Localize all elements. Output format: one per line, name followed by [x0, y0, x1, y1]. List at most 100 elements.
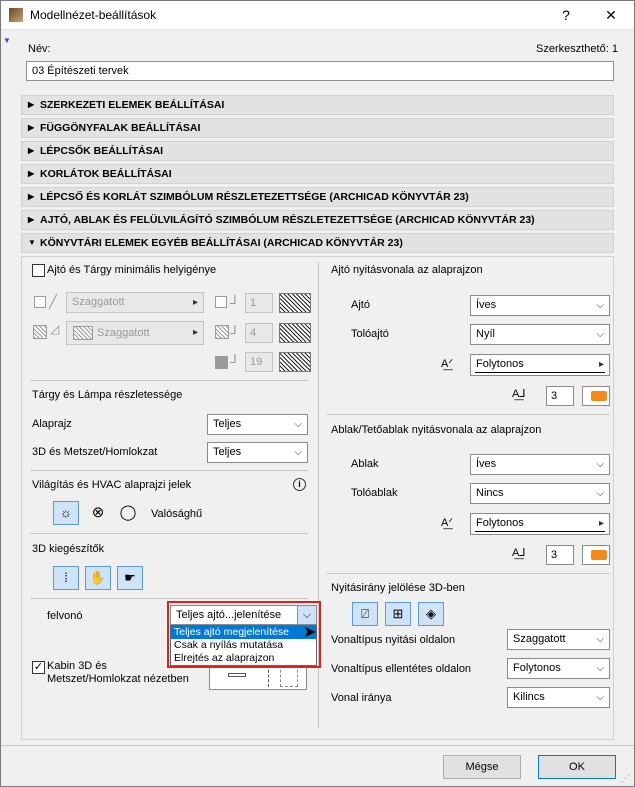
- accessory-grid-icon[interactable]: ⁞: [53, 566, 79, 590]
- door-swing-dropdown[interactable]: Íves ⌵: [470, 295, 610, 316]
- close-button[interactable]: ✕: [598, 4, 624, 26]
- help-button[interactable]: ?: [553, 4, 579, 26]
- divider: [327, 414, 610, 415]
- resize-grip-icon[interactable]: ⋰: [621, 773, 630, 784]
- accessories-title: 3D kiegészítők: [32, 543, 105, 555]
- window-3d-icon[interactable]: ⊞: [385, 602, 411, 626]
- door-label: Ajtó: [351, 299, 370, 311]
- detail-title: Tárgy és Lámpa részletessége: [32, 389, 183, 401]
- opp-side-dropdown[interactable]: Folytonos ⌵: [507, 658, 610, 679]
- opp-side-label: Vonaltípus ellentétes oldalon: [331, 663, 472, 675]
- square-icon: [34, 296, 46, 308]
- section-stair-symbol[interactable]: ▶ LÉPCSŐ ÉS KORLÁT SZIMBÓLUM RÉSZLETEZETT…: [21, 187, 614, 207]
- divider: [30, 533, 308, 534]
- cabin-preview-line: [268, 665, 269, 687]
- name-input[interactable]: 03 Építészeti tervek: [26, 61, 614, 81]
- section-door-window-symbol[interactable]: ▶ AJTÓ, ABLAK ÉS FELÜLVILÁGÍTÓ SZIMBÓLUM …: [21, 210, 614, 230]
- window-swing-dropdown[interactable]: Íves ⌵: [470, 454, 610, 475]
- section-library-other[interactable]: ▼ KÖNYVTÁRI ELEMEK EGYÉB BEÁLLÍTÁSAI (ARC…: [21, 233, 614, 253]
- cancel-button[interactable]: Mégse: [443, 755, 521, 779]
- chevron-down-icon: ⌵: [596, 329, 604, 340]
- realistic-lamp-icon[interactable]: ◯: [117, 502, 139, 524]
- divider: [30, 470, 308, 471]
- min-space-label: Ajtó és Tárgy minimális helyigénye: [47, 264, 217, 276]
- row1-linetype-dropdown[interactable]: Szaggatott ▸: [66, 292, 204, 313]
- divider: [30, 598, 308, 599]
- section-stairs[interactable]: ▶ LÉPCSŐK BEÁLLÍTÁSAI: [21, 141, 614, 161]
- chevron-down-icon: ⌵: [294, 419, 302, 430]
- divider: [327, 573, 610, 574]
- linetype-preview: [475, 531, 605, 532]
- fill-icon: [215, 325, 229, 339]
- window-title: Modellnézet-beállítások: [30, 8, 157, 22]
- fill-icon: [33, 325, 47, 339]
- lamp-symbol-icon[interactable]: ☼: [53, 501, 79, 525]
- sliding-door-label: Tolóajtó: [351, 328, 389, 340]
- collapse-arrow-icon: ▼: [28, 238, 36, 247]
- skylight-3d-icon[interactable]: ◈: [418, 602, 444, 626]
- sliding-window-dropdown[interactable]: Nincs ⌵: [470, 483, 610, 504]
- row1-pen-input[interactable]: 1: [245, 293, 273, 313]
- floorplan-label: Alaprajz: [32, 418, 72, 430]
- name-label: Név:: [28, 43, 51, 55]
- elevator-dropdown[interactable]: Teljes ajtó...jelenítése ⌵: [170, 605, 317, 625]
- option-hide[interactable]: Elrejtés az alaprajzon: [171, 652, 316, 665]
- footer-divider: [0, 745, 635, 746]
- dir3d-title: Nyitásirány jelölése 3D-ben: [331, 582, 465, 594]
- archicad-app-icon: [9, 8, 23, 22]
- linetype-pen-icon: A͟⅃: [512, 547, 526, 559]
- cabin-label-line2: Metszet/Homlokzat nézetben: [47, 673, 189, 685]
- expand-arrow-icon: ▶: [28, 100, 35, 109]
- crossed-circle-icon[interactable]: ⊗: [87, 502, 109, 524]
- section-curtain-wall[interactable]: ▶ FÜGGÖNYFALAK BEÁLLÍTÁSAI: [21, 118, 614, 138]
- cabin-preview-shaft: [280, 665, 298, 687]
- min-space-checkbox[interactable]: [32, 264, 45, 277]
- window-linetype-dropdown[interactable]: Folytonos ▸: [470, 513, 610, 535]
- section3d-dropdown[interactable]: Teljes ⌵: [207, 442, 308, 463]
- sliding-door-dropdown[interactable]: Nyíl ⌵: [470, 324, 610, 345]
- linetype-preview: [475, 372, 605, 373]
- expand-arrow-icon: ▶: [28, 146, 35, 155]
- door-pen-input[interactable]: 3: [546, 386, 574, 406]
- door-pen-color[interactable]: [582, 386, 610, 406]
- section3d-label: 3D és Metszet/Homlokzat: [32, 446, 158, 458]
- section-railings[interactable]: ▶ KORLÁTOK BEÁLLÍTÁSAI: [21, 164, 614, 184]
- row2-pen-input[interactable]: 4: [245, 323, 273, 343]
- collapse-arrow-icon[interactable]: ▼: [3, 36, 11, 45]
- chevron-right-icon: ▸: [192, 327, 198, 338]
- door-linetype-dropdown[interactable]: Folytonos ▸: [470, 354, 610, 376]
- hatch-preview-icon: [73, 326, 93, 340]
- line-dir-dropdown[interactable]: Kilincs ⌵: [507, 687, 610, 708]
- line-icon: ╱: [49, 294, 57, 309]
- floorplan-dropdown[interactable]: Teljes ⌵: [207, 414, 308, 435]
- option-full-door[interactable]: Teljes ajtó megjelenítése: [171, 626, 316, 639]
- row3-pen-input[interactable]: 19: [245, 352, 273, 372]
- row1-pen-swatch[interactable]: [279, 293, 311, 313]
- open-side-label: Vonaltípus nyitási oldalon: [331, 634, 456, 646]
- window-pen-color[interactable]: [582, 545, 610, 565]
- accessory-hand-icon[interactable]: ✋: [85, 566, 111, 590]
- chevron-down-icon: ⌵: [596, 692, 604, 703]
- accessory-tap-icon[interactable]: ☛: [117, 566, 143, 590]
- elevator-dropdown-list[interactable]: Teljes ajtó megjelenítése Csak a nyílás …: [170, 625, 317, 666]
- pen-icon: ⅃: [230, 293, 237, 307]
- cabin-checkbox[interactable]: ✓: [32, 661, 45, 674]
- elevator-label: felvonó: [47, 610, 83, 622]
- row3-pen-swatch[interactable]: [279, 352, 311, 372]
- open-side-dropdown[interactable]: Szaggatott ⌵: [507, 629, 610, 650]
- lighting-title: Világítás és HVAC alaprajzi jelek: [32, 479, 192, 491]
- row2-fill-dropdown[interactable]: Szaggatott ▸: [66, 321, 204, 345]
- linetype-icon: A͟ᐟ: [441, 517, 453, 529]
- option-opening-only[interactable]: Csak a nyílás mutatása: [171, 639, 316, 652]
- info-icon[interactable]: i: [293, 478, 306, 491]
- pen-icon: ⅃: [230, 352, 237, 366]
- door-3d-icon[interactable]: ⍁: [352, 602, 378, 626]
- fill-cut-icon: ◿: [50, 322, 60, 336]
- section-structural[interactable]: ▶ SZERKEZETI ELEMEK BEÁLLÍTÁSAI: [21, 95, 614, 115]
- ok-button[interactable]: OK: [538, 755, 616, 779]
- window-pen-input[interactable]: 3: [546, 545, 574, 565]
- pen-icon: ⅃: [230, 323, 237, 337]
- row2-pen-swatch[interactable]: [279, 323, 311, 343]
- line-dir-label: Vonal iránya: [331, 692, 392, 704]
- linetype-pen-icon: A͟⅃: [512, 388, 526, 400]
